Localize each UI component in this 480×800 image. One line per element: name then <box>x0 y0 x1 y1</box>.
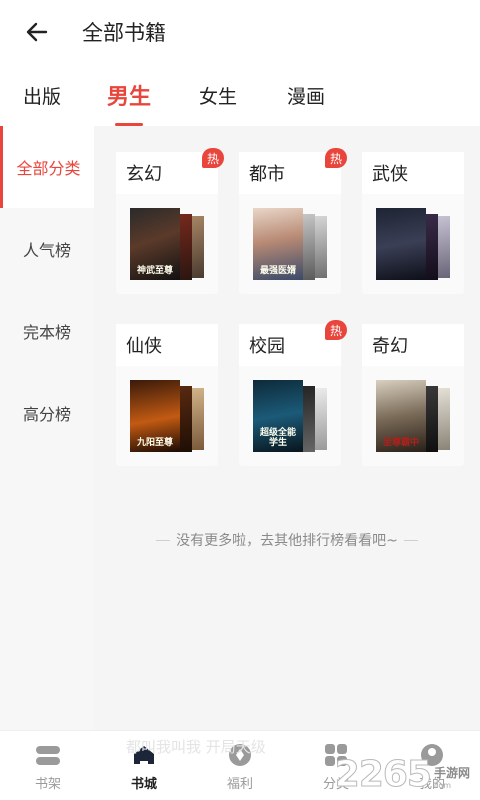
category-name: 校园 <box>249 336 285 357</box>
book-covers: 超级全能学生 <box>253 380 327 452</box>
book-cover: 超级全能学生 <box>253 380 303 452</box>
category-card-wuxia[interactable]: 武侠 <box>362 152 464 294</box>
category-card-xuanhuan[interactable]: 玄幻 热 神武至尊 <box>116 148 224 294</box>
category-name: 玄幻 <box>126 164 162 185</box>
header: 全部书籍 <box>0 0 480 64</box>
book-covers: 至尊霸中 <box>376 380 450 452</box>
category-name: 奇幻 <box>372 336 408 357</box>
hot-badge: 热 <box>325 148 347 168</box>
book-cover <box>376 208 426 280</box>
nav-bookshelf[interactable]: 书架 <box>0 731 96 800</box>
promo-banner-text: 都叫我叫我 开局天级 <box>126 738 266 756</box>
category-card-xianxia[interactable]: 仙侠 九阳至尊 <box>116 324 218 466</box>
book-cover: 至尊霸中 <box>376 380 426 452</box>
site-watermark: 2265 手游网 com <box>334 754 470 795</box>
hot-badge: 热 <box>325 320 347 340</box>
back-arrow-icon <box>26 22 48 42</box>
divider <box>156 539 171 541</box>
sidebar-item-completed[interactable]: 完本榜 <box>0 290 94 372</box>
category-card-dushi[interactable]: 都市 热 最强医婿 <box>239 148 347 294</box>
tab-female[interactable]: 女生 <box>184 64 252 126</box>
back-button[interactable] <box>0 0 74 64</box>
book-covers: 九阳至尊 <box>130 380 204 452</box>
sidebar-item-popular[interactable]: 人气榜 <box>0 208 94 290</box>
tab-comic[interactable]: 漫画 <box>270 64 342 126</box>
hot-badge: 热 <box>202 148 224 168</box>
divider <box>403 539 418 541</box>
book-cover: 神武至尊 <box>130 208 180 280</box>
page-title: 全部书籍 <box>82 21 166 45</box>
book-covers: 神武至尊 <box>130 208 204 280</box>
category-card-xiaoyuan[interactable]: 校园 热 超级全能学生 <box>239 320 347 466</box>
sidebar-item-top-rated[interactable]: 高分榜 <box>0 372 94 454</box>
category-grid: 玄幻 热 神武至尊 都市 热 最强医婿 武侠 仙侠 九阳至尊 校园 热 超级全能… <box>94 126 480 730</box>
book-cover: 最强医婿 <box>253 208 303 280</box>
category-name: 武侠 <box>372 164 408 185</box>
tab-publish[interactable]: 出版 <box>8 64 76 126</box>
book-cover: 九阳至尊 <box>130 380 180 452</box>
book-covers: 最强医婿 <box>253 208 327 280</box>
category-name: 都市 <box>249 164 285 185</box>
category-name: 仙侠 <box>126 336 162 357</box>
sidebar-item-all-categories[interactable]: 全部分类 <box>0 126 94 208</box>
tab-male[interactable]: 男生 <box>94 64 164 126</box>
bookshelf-icon <box>34 741 62 769</box>
category-card-qihuan[interactable]: 奇幻 至尊霸中 <box>362 324 464 466</box>
end-of-list-note: 没有更多啦，去其他排行榜看看吧~ <box>94 530 480 550</box>
sidebar: 全部分类 人气榜 完本榜 高分榜 <box>0 126 94 730</box>
channel-tabs: 出版 男生 女生 漫画 <box>0 64 480 126</box>
book-covers <box>376 208 450 280</box>
